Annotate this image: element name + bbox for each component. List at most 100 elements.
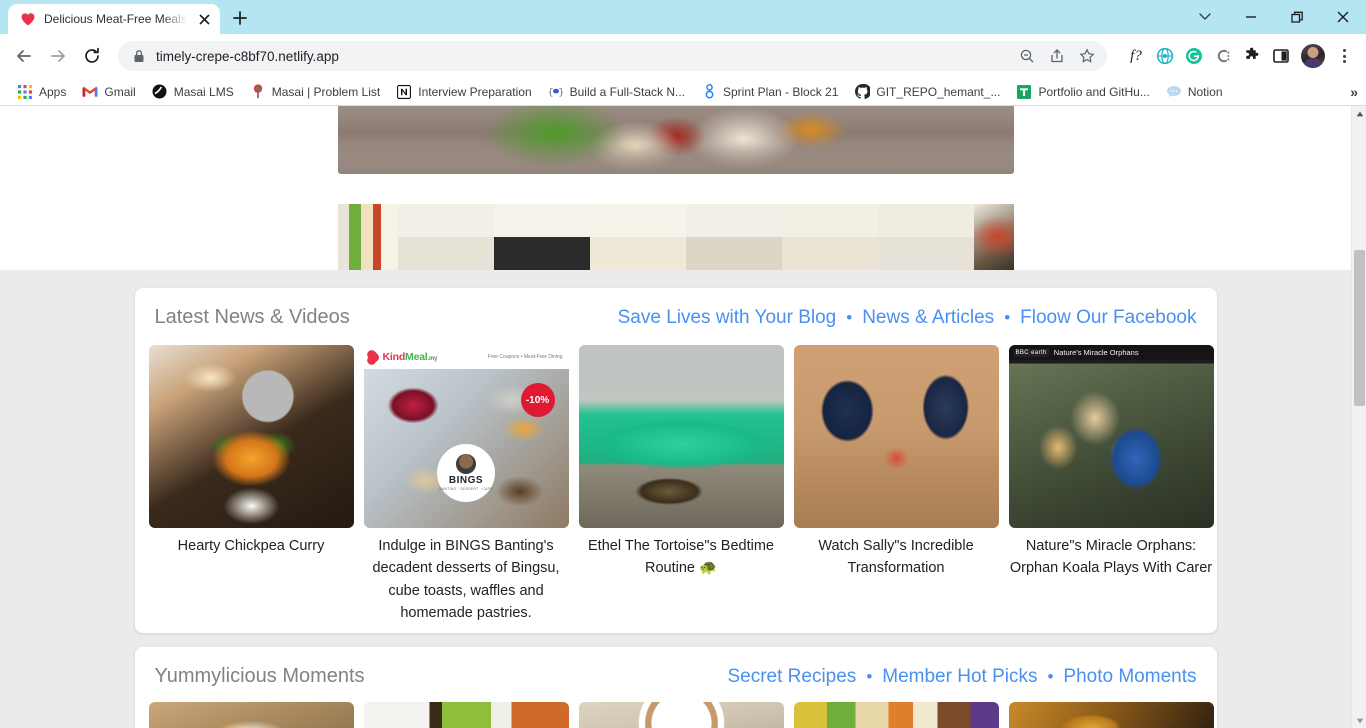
thumbnail-collage-5[interactable] — [685, 204, 782, 270]
sally-transformation-image[interactable] — [793, 345, 999, 528]
minimize-button[interactable] — [1228, 1, 1274, 33]
bookmark-label: Apps — [39, 84, 67, 99]
bookmark-notion[interactable]: Notion — [1159, 81, 1230, 103]
bookmark-apps[interactable]: Apps — [10, 81, 73, 103]
bookmarks-bar: Apps Gmail Masai LMS Masai | Problem Lis… — [0, 78, 1366, 106]
gmail-icon — [82, 84, 99, 100]
bookmark-interview-preparation[interactable]: Interview Preparation — [389, 81, 538, 103]
back-arrow-icon[interactable] — [8, 40, 40, 72]
news-card-caption: Watch Sally"s Incredible Transformation — [818, 538, 974, 577]
news-card-caption: Hearty Chickpea Curry — [177, 538, 325, 554]
kindmeal-heart-favicon — [20, 11, 36, 27]
bookmark-label: GIT_REPO_hemant_... — [876, 84, 1001, 99]
address-bar-url: timely-crepe-c8bf70.netlify.app — [156, 48, 339, 64]
milk-tea-cup-image[interactable] — [578, 701, 784, 728]
thumbnail-collage-7[interactable] — [877, 204, 974, 270]
omnibox-actions — [1013, 42, 1101, 70]
address-bar[interactable]: timely-crepe-c8bf70.netlify.app — [118, 41, 1107, 71]
reload-icon[interactable] — [76, 40, 108, 72]
colorzilla-extension-icon[interactable] — [1210, 43, 1236, 69]
thumbnail-strip — [337, 204, 1014, 270]
notion-comment-icon — [1166, 84, 1182, 100]
tab-close-icon[interactable] — [196, 11, 212, 27]
koala-orphan-image[interactable]: BBC earth Nature's Miracle Orphans — [1008, 345, 1214, 528]
moments-card-row — [145, 688, 1214, 728]
tofu-broccoli-plate-image[interactable] — [148, 701, 354, 728]
masai-problem-list-icon — [250, 84, 266, 100]
tab-search-chevron-icon[interactable] — [1182, 1, 1228, 33]
page-viewport: Latest News & Videos Save Lives with You… — [0, 106, 1366, 728]
bookmark-git-repo[interactable]: GIT_REPO_hemant_... — [847, 81, 1007, 103]
thumbnail-collage-6[interactable] — [781, 204, 878, 270]
section-links: Secret Recipes • Member Hot Picks • Phot… — [727, 666, 1196, 688]
scroll-down-arrow-icon[interactable] — [1352, 713, 1366, 728]
scrollbar-thumb[interactable] — [1354, 250, 1365, 406]
teal-globe-extension-icon[interactable] — [1152, 43, 1178, 69]
bbc-earth-logo: BBC earth — [1013, 348, 1049, 357]
thumbnail-collage-2[interactable] — [397, 204, 494, 270]
browser-toolbar: timely-crepe-c8bf70.netlify.app f? — [0, 34, 1366, 78]
share-icon[interactable] — [1043, 42, 1071, 70]
bookmark-label: Masai LMS — [173, 84, 234, 99]
link-separator: • — [846, 308, 853, 327]
extensions-puzzle-icon[interactable] — [1239, 43, 1265, 69]
bookmark-gmail[interactable]: Gmail — [75, 81, 142, 103]
kindmeal-brand-bar: KindMeal.my Free Coupons • Meat-Free Din… — [363, 345, 569, 369]
link-photo-moments[interactable]: Photo Moments — [1063, 666, 1196, 688]
iced-drink-image[interactable] — [1008, 701, 1214, 728]
news-card[interactable]: Watch Sally"s Incredible Transformation — [793, 345, 999, 580]
news-card[interactable]: Hearty Chickpea Curry — [148, 345, 354, 557]
page-scrollbar[interactable] — [1351, 106, 1366, 728]
link-member-hot-picks[interactable]: Member Hot Picks — [882, 666, 1037, 688]
zoom-out-icon[interactable] — [1013, 42, 1041, 70]
chickpea-curry-image[interactable] — [148, 345, 354, 528]
new-tab-button[interactable] — [226, 4, 254, 32]
close-window-button[interactable] — [1320, 1, 1366, 33]
news-card-caption: Indulge in BINGS Banting's decadent dess… — [372, 538, 560, 622]
bookmark-masai-lms[interactable]: Masai LMS — [145, 81, 241, 103]
news-card[interactable]: KindMeal.my Free Coupons • Meat-Free Din… — [363, 345, 569, 625]
bookmark-portfolio-github[interactable]: Portfolio and GitHu... — [1009, 81, 1156, 103]
kindmeal-heart-icon — [367, 350, 381, 364]
grammarly-extension-icon[interactable] — [1181, 43, 1207, 69]
maximize-button[interactable] — [1274, 1, 1320, 33]
bookmark-sprint-plan[interactable]: Sprint Plan - Block 21 — [694, 81, 845, 103]
profile-avatar[interactable] — [1301, 44, 1325, 68]
bookmark-label: Portfolio and GitHu... — [1038, 84, 1150, 99]
bookmark-label: Notion — [1187, 84, 1223, 99]
thumbnail-collage-8[interactable] — [973, 204, 1014, 270]
thumbnail-collage-3[interactable] — [493, 204, 590, 270]
bookmarks-overflow-icon[interactable]: » — [1350, 84, 1358, 100]
side-panel-icon[interactable] — [1268, 43, 1294, 69]
bookmark-star-icon[interactable] — [1073, 42, 1101, 70]
browser-tab[interactable]: Delicious Meat-Free Meals, Veget — [8, 4, 220, 34]
bento-salad-bowl-image[interactable] — [793, 701, 999, 728]
link-news-articles[interactable]: News & Articles — [862, 307, 994, 329]
bings-banting-promo-image[interactable]: KindMeal.my Free Coupons • Meat-Free Din… — [363, 345, 569, 528]
fontanello-extension-icon[interactable]: f? — [1123, 43, 1149, 69]
link-secret-recipes[interactable]: Secret Recipes — [727, 666, 856, 688]
thumbnail-collage-4[interactable] — [589, 204, 686, 270]
scroll-up-arrow-icon[interactable] — [1352, 106, 1366, 121]
thumbnail-collage-1[interactable] — [337, 204, 398, 270]
bookmark-label: Interview Preparation — [418, 84, 532, 99]
github-icon — [854, 84, 870, 100]
forward-arrow-icon[interactable] — [42, 40, 74, 72]
bookmark-masai-problem-list[interactable]: Masai | Problem List — [243, 81, 388, 103]
link-save-lives-blog[interactable]: Save Lives with Your Blog — [618, 307, 837, 329]
kindmeal-logo-text: KindMeal.my — [382, 351, 438, 363]
bookmark-build-fullstack[interactable]: { } Build a Full-Stack N... — [541, 81, 692, 103]
link-follow-facebook[interactable]: Floow Our Facebook — [1020, 307, 1196, 329]
bings-logo: BINGS BANTING · DESSERT · CAFE — [437, 443, 495, 502]
news-card[interactable]: Ethel The Tortoise"s Bedtime Routine 🐢 — [578, 345, 784, 580]
tortoise-video-image[interactable] — [578, 345, 784, 528]
hero-section — [0, 106, 1351, 270]
link-separator: • — [866, 666, 873, 686]
news-card[interactable]: BBC earth Nature's Miracle Orphans Natur… — [1008, 345, 1214, 580]
bings-logo-word: BINGS — [448, 475, 484, 487]
sprint-icon — [701, 84, 717, 100]
chrome-menu-icon[interactable] — [1330, 42, 1358, 70]
mixed-dishes-platter-image[interactable] — [363, 701, 569, 728]
latest-news-section: Latest News & Videos Save Lives with You… — [134, 288, 1217, 633]
discount-badge: -10% — [520, 383, 555, 417]
